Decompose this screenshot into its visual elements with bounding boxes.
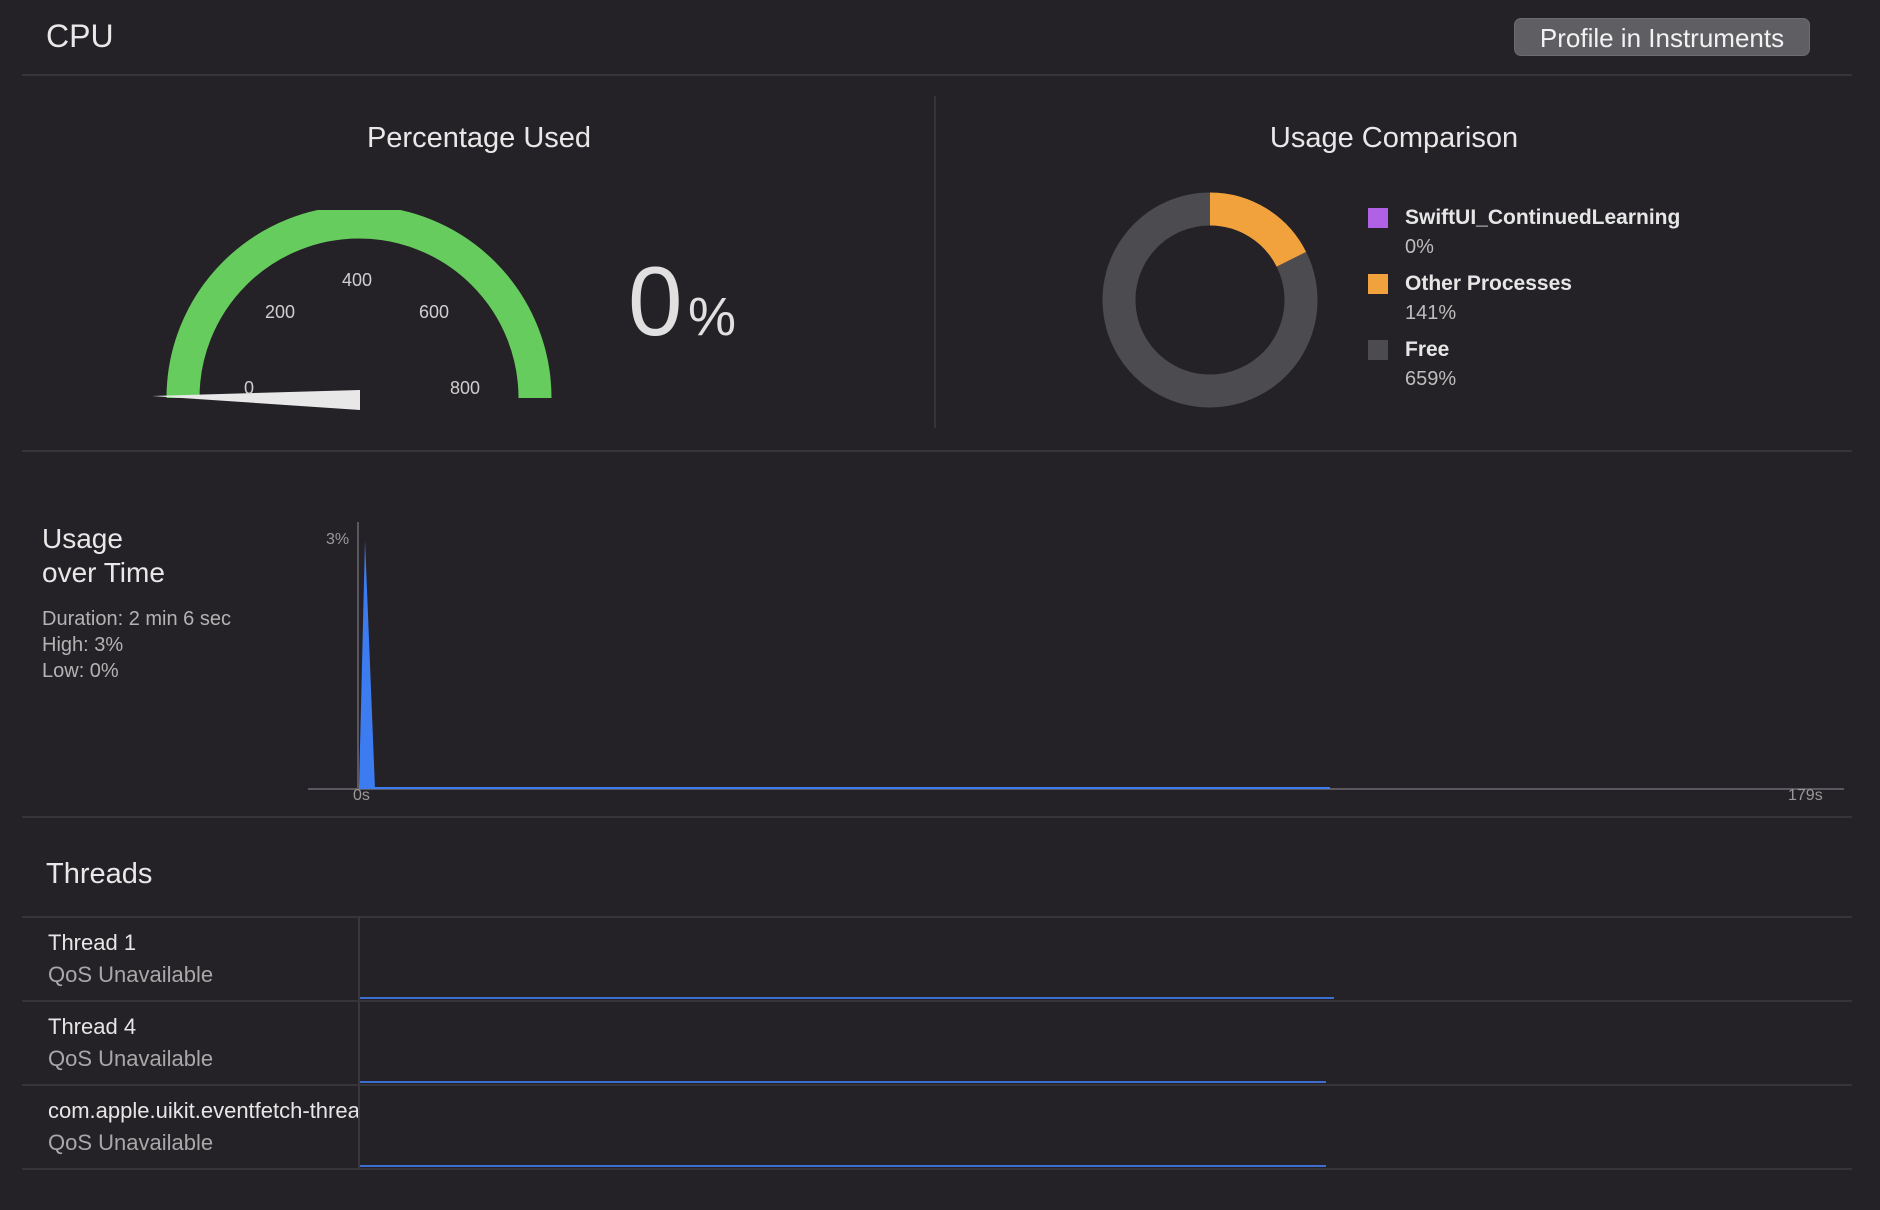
donut-slice-other-processes <box>1209 192 1307 268</box>
cpu-gauge <box>152 210 552 410</box>
thread-qos: QoS Unavailable <box>48 962 214 987</box>
gauge-arc <box>166 210 552 399</box>
legend-label: Free <box>1405 338 1450 361</box>
legend-value: 659% <box>1405 368 1457 390</box>
section-divider <box>934 96 936 428</box>
gauge-tick-400: 400 <box>342 270 373 290</box>
legend-swatch <box>1368 274 1388 294</box>
gauge-tick-0: 0 <box>244 378 255 398</box>
header-divider <box>22 74 1852 76</box>
usage-divider <box>22 816 1852 818</box>
gauge-tick-800: 800 <box>450 378 481 398</box>
usage-over-time-title-line2: over Time <box>42 557 165 588</box>
legend-label: SwiftUI_ContinuedLearning <box>1405 206 1681 229</box>
legend-swatch <box>1368 208 1388 228</box>
usage-over-time-title-line1: Usage <box>42 523 123 554</box>
gauge-tick-200: 200 <box>265 302 296 322</box>
thread-name: com.apple.uikit.eventfetch-thread <box>48 1098 358 1123</box>
low-stat: Low: 0% <box>42 660 119 682</box>
legend-value: 0% <box>1405 236 1434 258</box>
thread-row[interactable]: Thread 1 QoS Unavailable <box>0 918 1880 1000</box>
x-start-label: 0s <box>353 787 370 804</box>
usage-donut-chart <box>1102 192 1318 408</box>
high-stat: High: 3% <box>42 634 124 656</box>
legend-label: Other Processes <box>1405 272 1572 295</box>
thread-activity-line <box>360 997 1334 999</box>
thread-name: Thread 4 <box>48 1014 137 1039</box>
gauge-tick-600: 600 <box>419 302 450 322</box>
thread-row[interactable]: com.apple.uikit.eventfetch-thread QoS Un… <box>0 1086 1880 1168</box>
thread-name: Thread 1 <box>48 930 137 955</box>
page-title: CPU <box>46 18 114 54</box>
thread-activity-line <box>360 1165 1326 1167</box>
y-max-label: 3% <box>326 531 350 548</box>
usage-comparison-title: Usage Comparison <box>1269 122 1519 154</box>
duration-stat: Duration: 2 min 6 sec <box>42 608 231 630</box>
gauges-divider <box>22 450 1852 452</box>
x-end-label: 179s <box>1788 787 1823 804</box>
thread-activity-line <box>360 1081 1326 1083</box>
threads-title: Threads <box>46 858 153 890</box>
thread-qos: QoS Unavailable <box>48 1130 214 1155</box>
thread-qos: QoS Unavailable <box>48 1046 214 1071</box>
usage-over-time-chart[interactable] <box>300 516 1850 816</box>
legend-swatch <box>1368 340 1388 360</box>
thread-row-divider <box>22 1168 1852 1170</box>
usage-spike <box>359 540 375 789</box>
cpu-percentage-unit: % <box>688 287 737 347</box>
thread-row[interactable]: Thread 4 QoS Unavailable <box>0 1002 1880 1084</box>
usage-over-time-title: Usage over Time <box>42 522 165 590</box>
profile-in-instruments-button[interactable]: Profile in Instruments <box>1514 18 1810 56</box>
percentage-used-title: Percentage Used <box>366 122 592 154</box>
legend-value: 141% <box>1405 302 1457 324</box>
cpu-percentage-value: 0 <box>628 246 683 356</box>
